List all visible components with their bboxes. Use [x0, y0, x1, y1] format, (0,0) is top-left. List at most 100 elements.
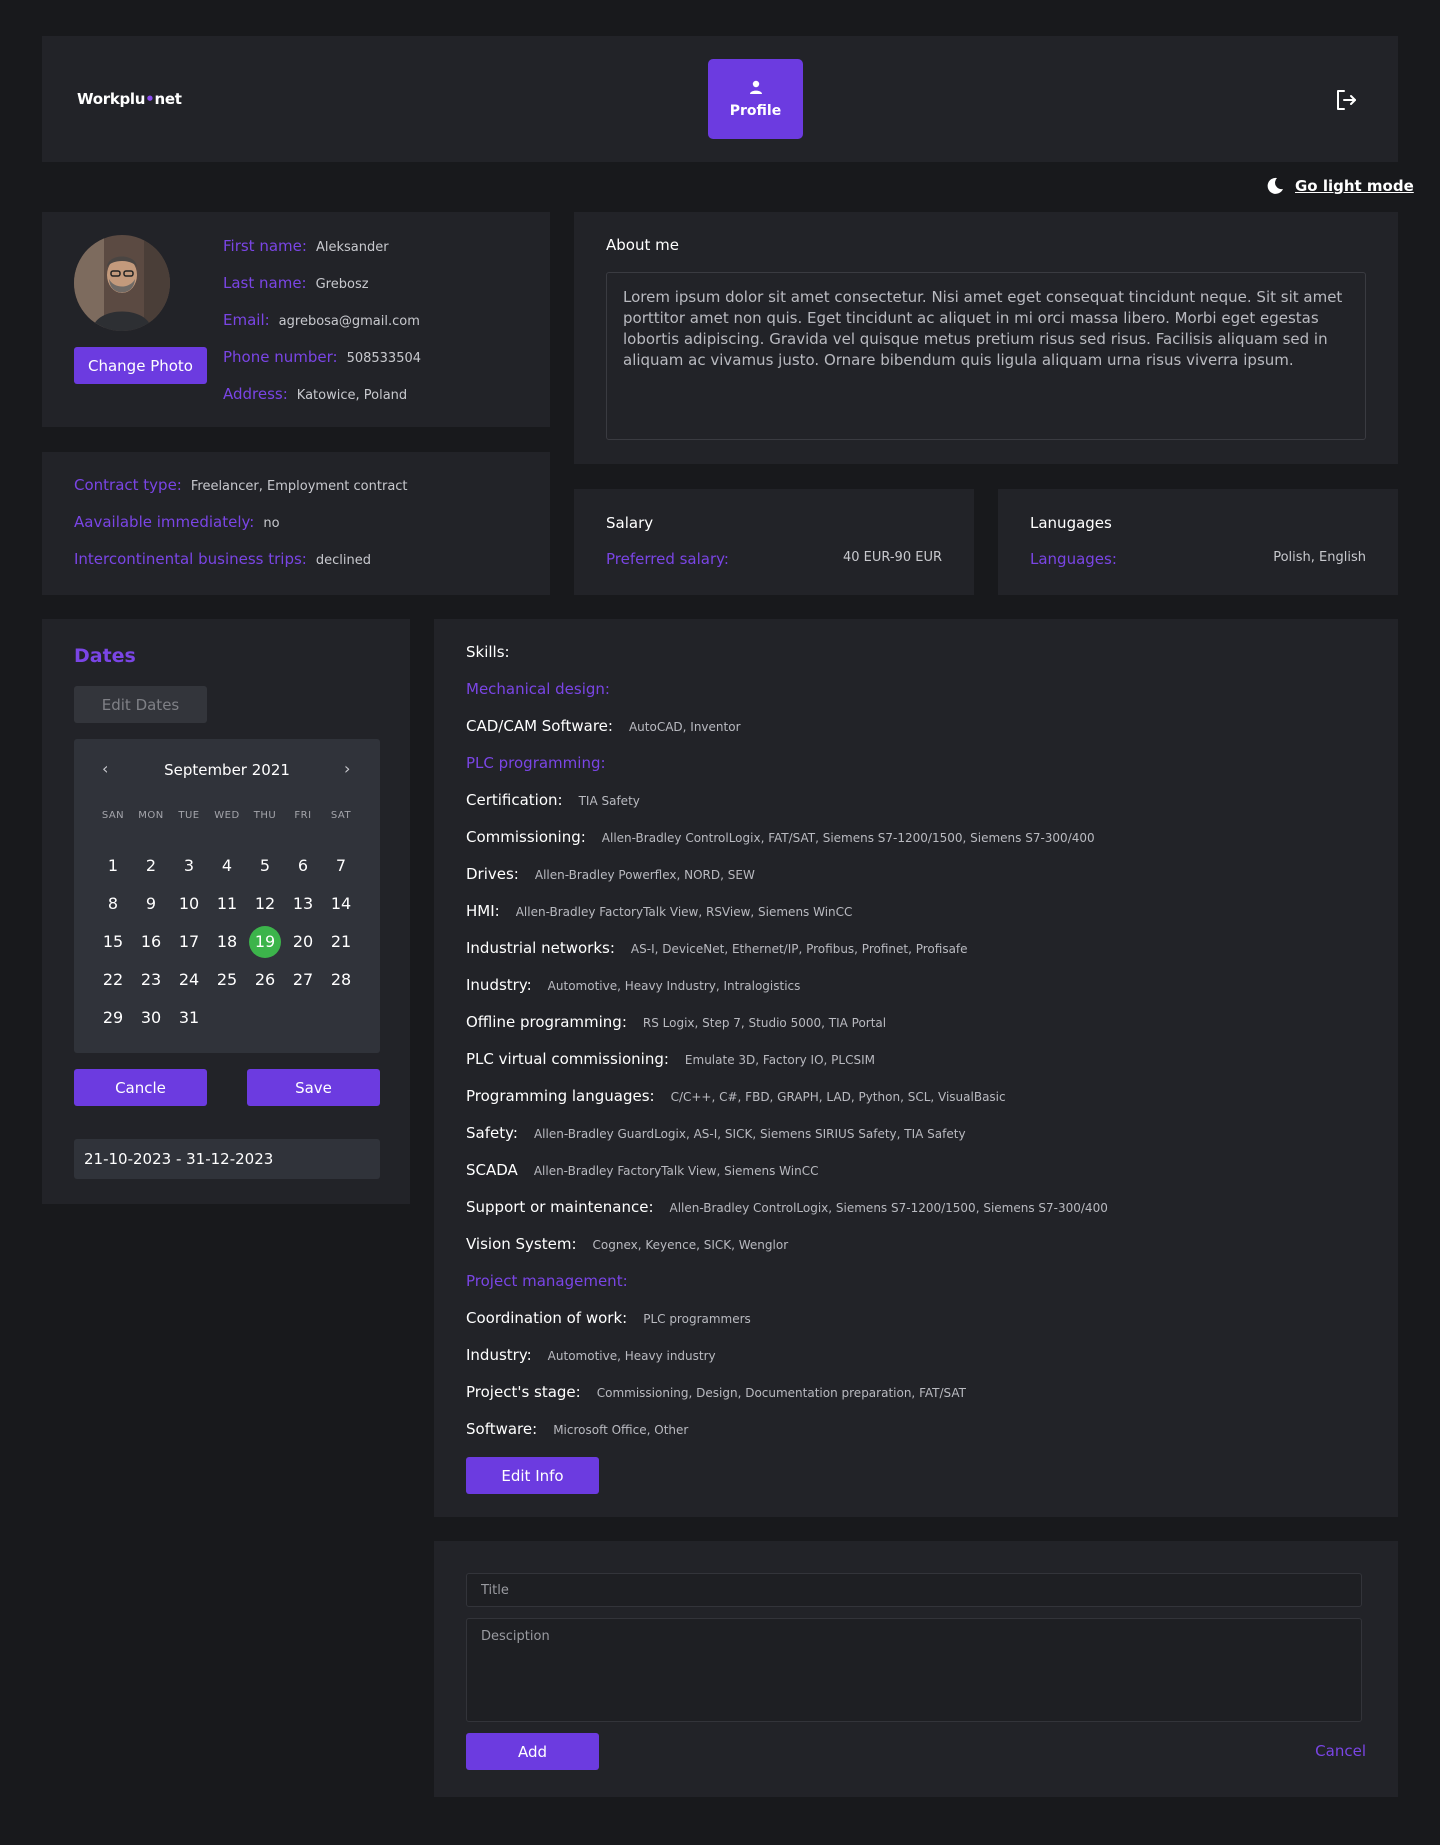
logout-icon[interactable]	[1334, 88, 1358, 112]
save-dates-button[interactable]: Save	[247, 1069, 380, 1106]
logo-suffix: net	[154, 90, 182, 108]
calendar-day[interactable]: 10	[173, 888, 205, 920]
salary-label: Preferred salary:	[606, 550, 729, 568]
calendar-day[interactable]: 4	[211, 850, 243, 882]
available-field: Aavailable immediately: no	[74, 513, 280, 531]
change-photo-button[interactable]: Change Photo	[74, 347, 207, 384]
skill-row: Inudstry: Automotive, Heavy Industry, Int…	[466, 976, 800, 994]
skill-row: Software: Microsoft Office, Other	[466, 1420, 688, 1438]
calendar-day[interactable]: 30	[135, 1002, 167, 1034]
calendar-day[interactable]: 27	[287, 964, 319, 996]
top-navbar: Workplu•net Profile	[42, 36, 1398, 162]
calendar-day[interactable]: 1	[97, 850, 129, 882]
calendar-day[interactable]: 25	[211, 964, 243, 996]
calendar-day[interactable]: 13	[287, 888, 319, 920]
theme-toggle[interactable]: Go light mode	[1265, 176, 1414, 196]
skills-header-label: Skills:	[466, 643, 510, 661]
weekday-label: MON	[138, 810, 164, 821]
email-label: Email:	[223, 311, 270, 329]
skill-label: CAD/CAM Software:	[466, 717, 613, 735]
skill-label: Support or maintenance:	[466, 1198, 654, 1216]
logo-text: Workplu	[77, 90, 146, 108]
calendar-day[interactable]: 21	[325, 926, 357, 958]
calendar-day[interactable]: 31	[173, 1002, 205, 1034]
dates-title: Dates	[74, 645, 136, 667]
available-value: no	[263, 516, 280, 531]
email-field: Email: agrebosa@gmail.com	[223, 311, 420, 329]
contract-type-value: Freelancer, Employment contract	[190, 479, 408, 494]
cancel-dates-button[interactable]: Cancle	[74, 1069, 207, 1106]
about-textarea[interactable]: Lorem ipsum dolor sit amet consectetur. …	[606, 272, 1366, 440]
address-label: Address:	[223, 385, 288, 403]
skill-value: Commissioning, Design, Documentation pre…	[596, 1386, 966, 1400]
calendar-day[interactable]: 3	[173, 850, 205, 882]
skill-value: AS-I, DeviceNet, Ethernet/IP, Profibus, …	[630, 942, 968, 956]
skill-label: SCADA	[466, 1161, 518, 1179]
skill-label: HMI:	[466, 902, 500, 920]
calendar-day[interactable]: 17	[173, 926, 205, 958]
calendar-day[interactable]: 7	[325, 850, 357, 882]
address-field: Address: Katowice, Poland	[223, 385, 407, 403]
calendar-day-selected[interactable]: 19	[249, 926, 281, 958]
skill-label: Industry:	[466, 1346, 532, 1364]
contract-type-field: Contract type: Freelancer, Employment con…	[74, 476, 408, 494]
calendar-day[interactable]: 18	[211, 926, 243, 958]
skill-value: Allen-Bradley Powerflex, NORD, SEW	[534, 868, 755, 882]
phone-field: Phone number: 508533504	[223, 348, 421, 366]
weekday-label: FRI	[294, 810, 312, 821]
next-month-icon[interactable]: ›	[344, 759, 350, 778]
weekday-label: THU	[253, 810, 277, 821]
description-input[interactable]	[466, 1618, 1362, 1722]
add-button[interactable]: Add	[466, 1733, 599, 1770]
skill-value: Automotive, Heavy Industry, Intralogisti…	[547, 979, 801, 993]
calendar-day[interactable]: 2	[135, 850, 167, 882]
theme-toggle-label: Go light mode	[1295, 177, 1414, 195]
weekday-label: TUE	[178, 810, 200, 821]
skill-label: Coordination of work:	[466, 1309, 628, 1327]
calendar-day[interactable]: 12	[249, 888, 281, 920]
calendar-day[interactable]: 16	[135, 926, 167, 958]
skill-value: PLC programmers	[643, 1312, 751, 1326]
app-logo[interactable]: Workplu•net	[77, 90, 182, 108]
calendar-day[interactable]: 15	[97, 926, 129, 958]
skill-label: PLC virtual commissioning:	[466, 1050, 669, 1068]
calendar-day[interactable]: 8	[97, 888, 129, 920]
calendar-day[interactable]: 22	[97, 964, 129, 996]
skill-label: Commissioning:	[466, 828, 586, 846]
skill-row: Industrial networks: AS-I, DeviceNet, Eth…	[466, 939, 968, 957]
calendar-day[interactable]: 11	[211, 888, 243, 920]
calendar-day[interactable]: 5	[249, 850, 281, 882]
skill-value: RS Logix, Step 7, Studio 5000, TIA Porta…	[642, 1016, 887, 1030]
calendar-day[interactable]: 23	[135, 964, 167, 996]
title-input[interactable]	[466, 1573, 1362, 1607]
business-trips-value: declined	[315, 553, 371, 568]
last-name-field: Last name: Grebosz	[223, 274, 369, 292]
skill-row: HMI: Allen-Bradley FactoryTalk View, RSVi…	[466, 902, 852, 920]
cancel-link[interactable]: Cancel	[1315, 1742, 1366, 1760]
skill-row: Project's stage: Commissioning, Design, D…	[466, 1383, 966, 1401]
calendar-day[interactable]: 28	[325, 964, 357, 996]
skill-label: Drives:	[466, 865, 519, 883]
edit-info-button[interactable]: Edit Info	[466, 1457, 599, 1494]
skill-value: Microsoft Office, Other	[553, 1423, 689, 1437]
calendar-day[interactable]: 6	[287, 850, 319, 882]
address-value: Katowice, Poland	[296, 388, 408, 403]
calendar-day[interactable]: 9	[135, 888, 167, 920]
skill-value: Automotive, Heavy industry	[547, 1349, 716, 1363]
skill-label: Software:	[466, 1420, 538, 1438]
skills-header: Skills:	[466, 643, 510, 661]
calendar-day[interactable]: 29	[97, 1002, 129, 1034]
email-value: agrebosa@gmail.com	[278, 314, 420, 329]
profile-tab-label: Profile	[729, 103, 782, 119]
calendar-day[interactable]: 14	[325, 888, 357, 920]
edit-dates-button[interactable]: Edit Dates	[74, 686, 207, 723]
calendar-day[interactable]: 20	[287, 926, 319, 958]
skill-row: Vision System: Cognex, Keyence, SICK, Wen…	[466, 1235, 788, 1253]
add-entry-form: Add Cancel	[434, 1541, 1398, 1797]
calendar-day[interactable]: 24	[173, 964, 205, 996]
salary-value: 40 EUR-90 EUR	[842, 550, 942, 565]
skill-category: Mechanical design:	[466, 680, 610, 698]
date-range-field[interactable]: 21-10-2023 - 31-12-2023	[74, 1139, 380, 1179]
calendar-day[interactable]: 26	[249, 964, 281, 996]
profile-tab[interactable]: Profile	[708, 59, 803, 139]
